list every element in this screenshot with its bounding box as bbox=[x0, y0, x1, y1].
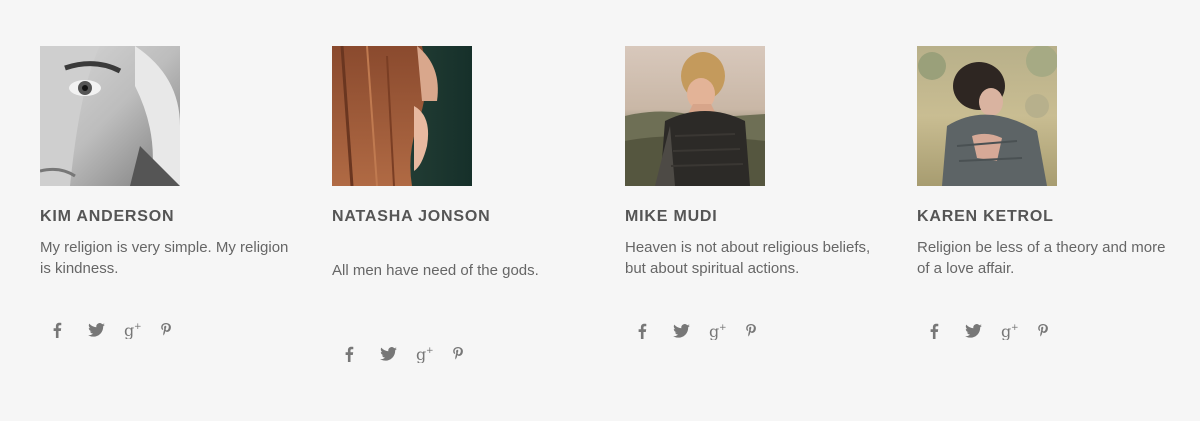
facebook-icon[interactable] bbox=[344, 344, 380, 364]
team-card-kim-anderson: KIM ANDERSON My religion is very simple.… bbox=[40, 46, 300, 339]
portrait-photo-karen-ketrol bbox=[917, 46, 1057, 186]
social-links: g + bbox=[637, 321, 781, 341]
google-plus-icon[interactable]: g + bbox=[416, 344, 452, 364]
svg-text:g: g bbox=[709, 322, 719, 340]
pinterest-icon[interactable] bbox=[160, 320, 196, 340]
svg-text:g: g bbox=[1001, 322, 1011, 340]
member-quote: My religion is very simple. My religion … bbox=[40, 239, 289, 277]
member-quote: Heaven is not about religious beliefs, b… bbox=[625, 239, 871, 277]
facebook-icon[interactable] bbox=[52, 320, 88, 340]
facebook-icon[interactable] bbox=[929, 321, 965, 341]
svg-text:+: + bbox=[719, 323, 727, 333]
svg-text:+: + bbox=[1011, 323, 1019, 333]
member-name: MIKE MUDI bbox=[625, 208, 718, 225]
svg-text:g: g bbox=[124, 321, 134, 339]
member-quote: All men have need of the gods. bbox=[332, 262, 539, 279]
svg-text:g: g bbox=[416, 345, 426, 363]
member-name: KIM ANDERSON bbox=[40, 208, 175, 225]
pinterest-icon[interactable] bbox=[1037, 321, 1073, 341]
google-plus-icon[interactable]: g + bbox=[709, 321, 745, 341]
member-name: NATASHA JONSON bbox=[332, 208, 491, 225]
svg-text:+: + bbox=[426, 346, 434, 356]
portrait-photo-kim-anderson bbox=[40, 46, 180, 186]
twitter-icon[interactable] bbox=[965, 321, 1001, 341]
social-links: g + bbox=[929, 321, 1073, 341]
svg-text:+: + bbox=[134, 322, 142, 332]
pinterest-icon[interactable] bbox=[452, 344, 488, 364]
google-plus-icon[interactable]: g + bbox=[124, 320, 160, 340]
google-plus-icon[interactable]: g + bbox=[1001, 321, 1037, 341]
portrait-photo-natasha-jonson bbox=[332, 46, 472, 186]
twitter-icon[interactable] bbox=[380, 344, 416, 364]
team-card-mike-mudi: MIKE MUDI Heaven is not about religious … bbox=[625, 46, 885, 340]
social-links: g + bbox=[52, 320, 196, 340]
twitter-icon[interactable] bbox=[88, 320, 124, 340]
pinterest-icon[interactable] bbox=[745, 321, 781, 341]
portrait-photo-mike-mudi bbox=[625, 46, 765, 186]
facebook-icon[interactable] bbox=[637, 321, 673, 341]
member-quote: Religion be less of a theory and more of… bbox=[917, 239, 1166, 277]
team-card-karen-ketrol: KAREN KETROL Religion be less of a theor… bbox=[917, 46, 1177, 340]
twitter-icon[interactable] bbox=[673, 321, 709, 341]
team-card-natasha-jonson: NATASHA JONSON All men have need of the … bbox=[332, 46, 592, 363]
member-name: KAREN KETROL bbox=[917, 208, 1054, 225]
social-links: g + bbox=[344, 344, 488, 364]
